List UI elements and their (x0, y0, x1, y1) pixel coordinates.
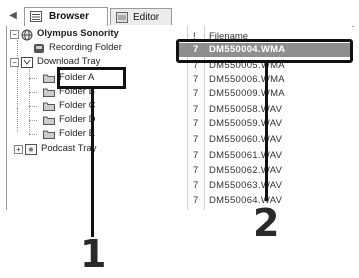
file-row-num: 7 (193, 180, 199, 191)
expand-podcast-tray-icon[interactable]: + (14, 145, 23, 154)
tab-scroll-left-icon[interactable]: ◀ (8, 9, 18, 23)
collapse-root-icon[interactable]: − (10, 30, 19, 39)
globe-icon (21, 29, 33, 41)
file-row-name: DM550060.WAV (209, 134, 283, 145)
file-row-name: DM550058.WAV (209, 104, 283, 115)
file-row-num: 7 (193, 195, 199, 206)
folder-icon (43, 73, 55, 83)
file-list-header: ! Filename (176, 26, 352, 42)
tab-editor[interactable]: Editor (110, 8, 172, 25)
tree-item-folder-e[interactable]: Folder E (41, 127, 121, 141)
tree-item-folder-d[interactable]: Folder D (41, 113, 121, 127)
file-row-name: DM550063.WAV (209, 180, 283, 191)
file-row-name: DM550059.WAV (209, 118, 283, 129)
recorder-icon (33, 43, 45, 53)
file-row-num: 7 (193, 118, 199, 129)
file-row-num: 7 (193, 74, 199, 85)
tab-bar: ◀ Browser Editor (6, 6, 354, 27)
tab-browser-label: Browser (49, 11, 90, 22)
editor-icon (116, 12, 128, 23)
tree-item-label: Recording Folder (49, 42, 122, 53)
file-row-num: 7 (193, 88, 199, 99)
file-row-name: DM550061.WAV (209, 150, 283, 161)
folder-icon (43, 129, 55, 139)
file-row-num: 7 (193, 104, 199, 115)
file-row[interactable]: 7 DM550063.WAV (176, 179, 352, 193)
file-row[interactable]: 7 DM550060.WAV (176, 133, 352, 147)
file-row-num: 7 (193, 150, 199, 161)
tree-item-olympus-sonority[interactable]: Olympus Sonority (19, 27, 169, 41)
file-row-name: DM550009.WMA (209, 88, 285, 99)
folder-icon (43, 115, 55, 125)
sonority-window: ◀ Browser Editor − Olympus Sonority Reco… (0, 0, 359, 210)
tree-item-folder-c[interactable]: Folder C (41, 99, 121, 113)
podcast-icon (25, 144, 37, 155)
file-selection-highlight (176, 39, 353, 63)
folder-icon (43, 101, 55, 111)
callout-number-2: 2 (253, 201, 280, 245)
folder-icon (43, 87, 55, 97)
tree-item-label: Podcast Tray (41, 143, 97, 154)
file-row[interactable]: 7 DM550058.WAV (176, 103, 352, 117)
browser-icon (30, 11, 42, 22)
file-row-name: DM550062.WAV (209, 165, 283, 176)
collapse-download-tray-icon[interactable]: − (10, 58, 19, 67)
tab-editor-label: Editor (133, 12, 160, 23)
tray-icon (21, 57, 33, 68)
file-row[interactable]: 7 DM550006.WMA (176, 73, 352, 87)
callout-line-2 (265, 63, 268, 201)
folder-a-highlight (57, 67, 126, 89)
tree-item-label: Olympus Sonority (37, 28, 119, 39)
file-row-name: DM550006.WMA (209, 74, 285, 85)
file-row[interactable]: 7 DM550059.WAV (176, 117, 352, 131)
tree-item-label: Folder C (59, 100, 96, 111)
file-row-num: 7 (193, 165, 199, 176)
tab-browser[interactable]: Browser (24, 7, 108, 26)
file-row[interactable]: 7 DM550062.WAV (176, 164, 352, 178)
callout-number-1: 1 (80, 232, 107, 276)
file-row-num: 7 (193, 134, 199, 145)
file-row[interactable]: 7 DM550009.WMA (176, 87, 352, 101)
tree-item-recording-folder[interactable]: Recording Folder (31, 41, 171, 55)
tree-item-label: Folder D (59, 114, 96, 125)
tree-item-label: Folder E (59, 128, 95, 139)
file-row[interactable]: 7 DM550061.WAV (176, 149, 352, 163)
callout-line-1 (91, 89, 94, 237)
